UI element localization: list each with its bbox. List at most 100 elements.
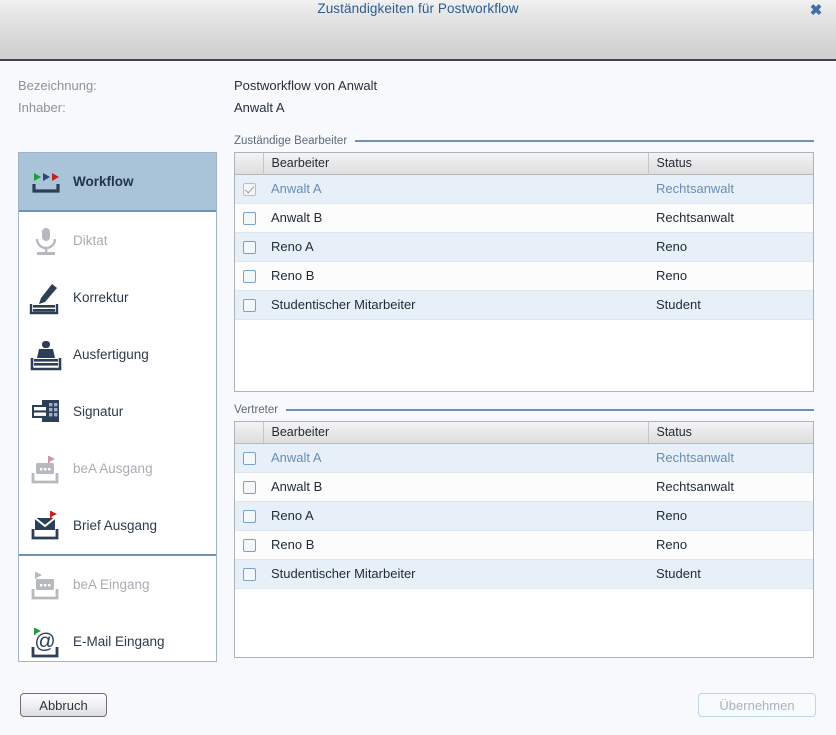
table-row[interactable]: Reno A Reno	[235, 232, 813, 262]
row-status-cell: Rechtsanwalt	[648, 174, 813, 204]
sidebar-item-label: Signatur	[73, 404, 124, 419]
sidebar-item-label: beA Ausgang	[73, 461, 153, 476]
inhaber-label: Inhaber:	[18, 100, 66, 115]
row-checkbox-cell[interactable]	[235, 530, 263, 560]
sidebar-item-label: Korrektur	[73, 290, 129, 305]
table-row[interactable]: Studentischer Mitarbeiter Student	[235, 559, 813, 589]
sidebar-item-label: Brief Ausgang	[73, 518, 158, 533]
row-status-cell: Rechtsanwalt	[648, 472, 813, 502]
sidebar-group-0: Workflow	[19, 153, 216, 210]
sidebar-item-e-mail-eingang[interactable]: @ E-Mail Eingang	[19, 613, 216, 670]
checkbox-checked-icon	[242, 183, 256, 197]
table-container-0[interactable]: Bearbeiter Status Anwalt A Rechtsanwalt An…	[234, 152, 814, 392]
row-status-cell: Reno	[648, 530, 813, 560]
row-bearbeiter-cell: Reno B	[263, 530, 648, 560]
row-bearbeiter-cell: Anwalt B	[263, 472, 648, 502]
bea-outbox-icon	[19, 452, 73, 486]
group-caption-text-1: Vertreter	[234, 403, 279, 416]
table-row[interactable]: Reno B Reno	[235, 530, 813, 560]
group-zustaendige-bearbeiter: Zuständige Bearbeiter Bearbeiter Status …	[234, 133, 814, 392]
envelope-outbox-icon	[19, 509, 73, 543]
sidebar-item-workflow[interactable]: Workflow	[19, 153, 216, 210]
row-status-cell: Reno	[648, 261, 813, 291]
bearbeiter-table-0: Bearbeiter Status Anwalt A Rechtsanwalt An…	[235, 153, 813, 320]
col-header-checkbox-0	[235, 153, 264, 175]
row-bearbeiter-cell: Reno A	[263, 232, 648, 262]
stamp-icon	[19, 338, 73, 372]
dialog-meta: Bezeichnung: Postworkflow von Anwalt Inh…	[0, 78, 836, 122]
col-header-status-1[interactable]: Status	[648, 422, 813, 444]
checkbox-unchecked-icon[interactable]	[242, 539, 256, 553]
sidebar-item-label: beA Eingang	[73, 577, 150, 592]
sidebar-item-label: Workflow	[73, 174, 134, 189]
sidebar-item-diktat: Diktat	[19, 212, 216, 269]
sidebar-item-label: E-Mail Eingang	[73, 634, 165, 649]
table-row[interactable]: Anwalt A Rechtsanwalt	[235, 443, 813, 473]
sidebar-item-label: Ausfertigung	[73, 347, 149, 362]
col-header-bearbeiter-1[interactable]: Bearbeiter	[263, 422, 649, 444]
row-checkbox-cell[interactable]	[235, 501, 263, 531]
bezeichnung-label: Bezeichnung:	[18, 78, 97, 93]
table-row[interactable]: Reno B Reno	[235, 261, 813, 291]
table-row[interactable]: Anwalt B Rechtsanwalt	[235, 472, 813, 502]
row-status-cell: Rechtsanwalt	[648, 443, 813, 473]
row-bearbeiter-cell: Anwalt A	[263, 174, 648, 204]
row-checkbox-cell[interactable]	[235, 203, 263, 233]
checkbox-unchecked-icon[interactable]	[242, 212, 256, 226]
sidebar-item-korrektur[interactable]: Korrektur	[19, 269, 216, 326]
sidebar-item-signatur[interactable]: Signatur	[19, 383, 216, 440]
table-row[interactable]: Reno A Reno	[235, 501, 813, 531]
row-status-cell: Student	[648, 290, 813, 320]
row-checkbox-cell[interactable]	[235, 261, 263, 291]
cancel-button[interactable]: Abbruch	[20, 693, 107, 717]
col-header-checkbox-1	[235, 422, 264, 444]
group-rule-1	[286, 408, 814, 411]
row-checkbox-cell[interactable]	[235, 559, 263, 589]
checkbox-unchecked-icon[interactable]	[242, 568, 256, 582]
col-header-bearbeiter-0[interactable]: Bearbeiter	[263, 153, 649, 175]
meta-row-bezeichnung: Bezeichnung: Postworkflow von Anwalt	[0, 78, 836, 100]
checkbox-unchecked-icon[interactable]	[242, 481, 256, 495]
checkbox-unchecked-icon[interactable]	[242, 270, 256, 284]
row-checkbox-cell[interactable]	[235, 290, 263, 320]
row-bearbeiter-cell: Reno B	[263, 261, 648, 291]
sidebar-item-bea-ausgang: beA Ausgang	[19, 440, 216, 497]
checkbox-unchecked-icon[interactable]	[242, 241, 256, 255]
sidebar-item-brief-ausgang[interactable]: Brief Ausgang	[19, 497, 216, 554]
row-checkbox-cell[interactable]	[235, 174, 263, 204]
table-header-row-0: Bearbeiter Status	[235, 153, 813, 175]
row-checkbox-cell[interactable]	[235, 472, 263, 502]
dialog-titlebar: Zuständigkeiten für Postworkflow ✖	[0, 0, 836, 61]
meta-row-inhaber: Inhaber: Anwalt A	[0, 100, 836, 122]
workflow-step-sidebar: Workflow Diktat Korrektur Ausfertigung Signa…	[18, 152, 217, 662]
inhaber-value: Anwalt A	[234, 100, 285, 115]
table-row[interactable]: Studentischer Mitarbeiter Student	[235, 290, 813, 320]
table-container-1[interactable]: Bearbeiter Status Anwalt A Rechtsanwalt An…	[234, 421, 814, 658]
row-checkbox-cell[interactable]	[235, 443, 263, 473]
col-header-status-0[interactable]: Status	[648, 153, 813, 175]
row-status-cell: Reno	[648, 232, 813, 262]
row-status-cell: Student	[648, 559, 813, 589]
row-status-cell: Rechtsanwalt	[648, 203, 813, 233]
close-icon[interactable]: ✖	[804, 0, 828, 22]
table-row[interactable]: Anwalt B Rechtsanwalt	[235, 203, 813, 233]
sidebar-item-label: Diktat	[73, 233, 108, 248]
apply-button[interactable]: Übernehmen	[698, 693, 816, 717]
group-vertreter: Vertreter Bearbeiter Status Anwalt A Rech…	[234, 402, 814, 658]
table-header-row-1: Bearbeiter Status	[235, 422, 813, 444]
group-rule-0	[355, 139, 814, 142]
row-bearbeiter-cell: Studentischer Mitarbeiter	[263, 290, 648, 320]
checkbox-unchecked-icon[interactable]	[242, 299, 256, 313]
sidebar-group-1: Diktat Korrektur Ausfertigung Signatur beA A…	[19, 210, 216, 554]
row-checkbox-cell[interactable]	[235, 232, 263, 262]
row-bearbeiter-cell: Studentischer Mitarbeiter	[263, 559, 648, 589]
row-bearbeiter-cell: Anwalt A	[263, 443, 648, 473]
table-row[interactable]: Anwalt A Rechtsanwalt	[235, 174, 813, 204]
sidebar-item-ausfertigung[interactable]: Ausfertigung	[19, 326, 216, 383]
row-bearbeiter-cell: Reno A	[263, 501, 648, 531]
checkbox-unchecked-icon[interactable]	[242, 510, 256, 524]
group-caption-1: Vertreter	[234, 402, 814, 417]
checkbox-unchecked-icon[interactable]	[242, 452, 256, 466]
sidebar-item-bea-eingang: beA Eingang	[19, 556, 216, 613]
dialog-title: Zuständigkeiten für Postworkflow	[317, 1, 519, 16]
